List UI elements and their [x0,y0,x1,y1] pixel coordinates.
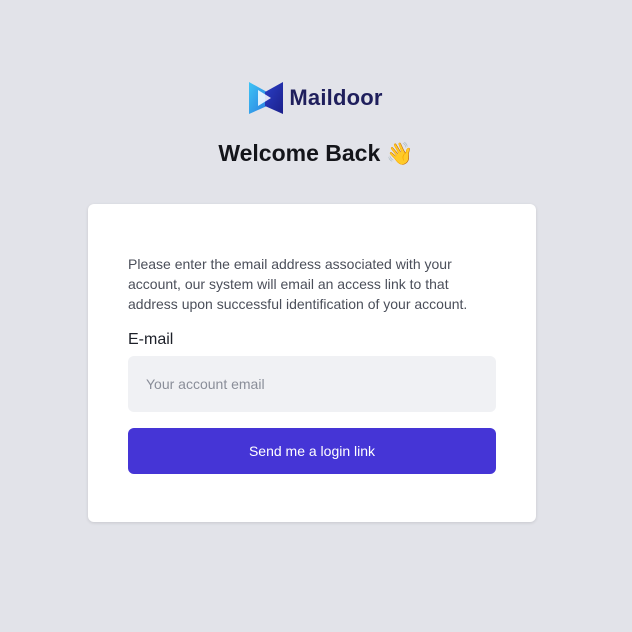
brand: Maildoor [0,80,632,116]
email-input[interactable] [128,356,496,412]
waving-hand-icon: 👋 [386,140,414,166]
instructions-text: Please enter the email address associate… [128,256,468,312]
email-label: E-mail [128,331,174,348]
page-title-text: Welcome Back [218,140,381,166]
page-title: Welcome Back 👋 [0,140,632,167]
send-login-link-button[interactable]: Send me a login link [128,428,496,474]
login-card: Please enter the email address associate… [88,204,536,522]
brand-name: Maildoor [289,85,383,110]
maildoor-logo-icon [249,82,284,114]
